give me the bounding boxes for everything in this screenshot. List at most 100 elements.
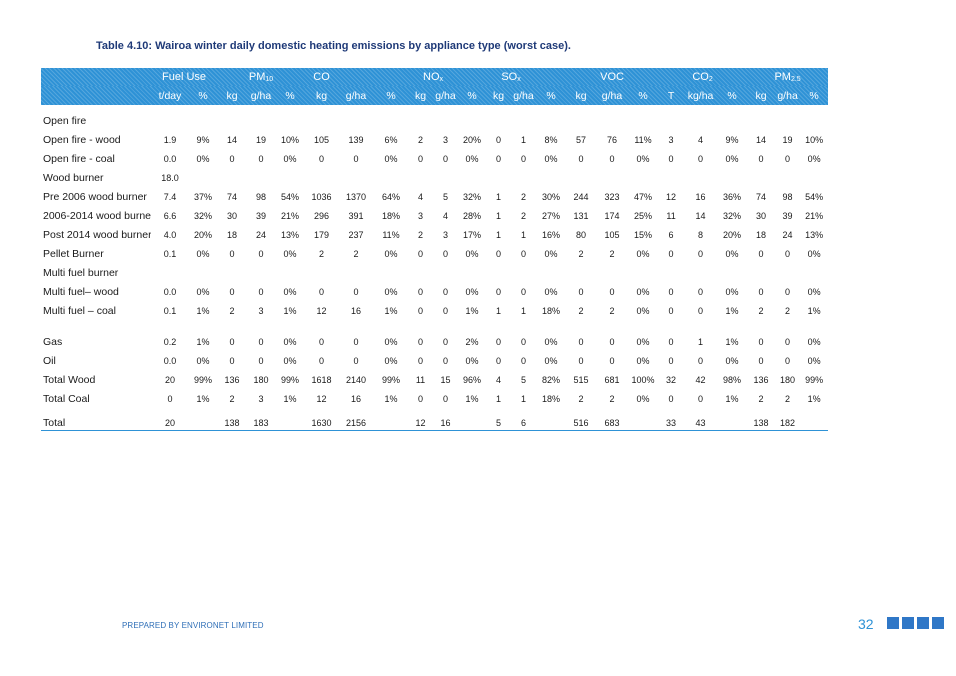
table-cell: 7.4: [163, 191, 177, 202]
table-cell: 0: [167, 393, 173, 404]
table-cell: 0: [443, 305, 449, 316]
table-cell: [374, 105, 408, 130]
table-cell: 0: [353, 153, 359, 164]
row-label: Total Coal: [43, 392, 90, 405]
row-label: Open fire - wood: [43, 133, 121, 146]
column-unit-header: g/ha: [513, 89, 534, 102]
table-cell: 42: [695, 374, 706, 385]
table-cell: 0: [698, 305, 704, 316]
table-cell: [305, 263, 338, 282]
table-cell: 24: [255, 229, 266, 240]
table-cell: 179: [314, 229, 330, 240]
table-cell: 19: [255, 134, 266, 145]
table-cell: [486, 168, 511, 187]
table-cell: 32%: [193, 210, 212, 221]
table-cell: 1: [496, 229, 502, 240]
table-cell: 1: [521, 393, 527, 404]
table-row: Multi fuel burner: [41, 263, 828, 282]
table-cell: 11: [415, 374, 426, 385]
header-group: PM2.5: [747, 68, 828, 86]
table-cell: 0%: [636, 305, 650, 316]
table-cell: 1: [521, 229, 527, 240]
row-label: Multi fuel– wood: [43, 285, 119, 298]
table-cell: 1036: [311, 191, 332, 202]
table-cell: [511, 168, 536, 187]
table-row: Total 20 138 183 1630 2156 12 16 5 6 516 683 33 43 138…: [41, 408, 829, 431]
table-cell: 0: [698, 355, 704, 366]
table-cell: 0: [443, 336, 449, 347]
table-cell: 0%: [384, 286, 398, 297]
table-cell: 0: [258, 248, 264, 259]
table-cell: 0: [229, 153, 235, 164]
header-group-subscript: 2: [708, 76, 713, 83]
table-cell: 0: [785, 153, 791, 164]
table-cell: 25%: [634, 210, 653, 221]
table-cell: 54%: [805, 191, 824, 202]
table-cell: 180: [253, 374, 269, 385]
table-cell: 515: [573, 374, 589, 385]
table-cell: 0%: [725, 286, 739, 297]
table-cell: 1370: [346, 191, 367, 202]
table-cell: [458, 168, 486, 187]
column-unit-header: %: [198, 89, 208, 102]
table-cell: 17%: [463, 229, 482, 240]
header-group-label: PM: [774, 71, 791, 83]
table-cell: 2: [578, 393, 584, 404]
header-group-label: CO: [313, 71, 330, 83]
table-cell: [511, 263, 536, 282]
table-cell: 14: [756, 134, 767, 145]
table-cell: 3: [443, 229, 449, 240]
table-cell: 36%: [723, 191, 742, 202]
table-cell: 2: [229, 305, 235, 316]
table-cell: 0: [668, 248, 674, 259]
table-cell: [433, 168, 458, 187]
table-cell: 3: [443, 134, 449, 145]
table-cell: 0: [496, 336, 502, 347]
row-label: Post 2014 wood burner: [43, 228, 151, 241]
table-cell: [275, 263, 305, 282]
row-label: 2006-2014 wood burner: [43, 209, 151, 222]
table-cell: 2: [319, 248, 325, 259]
table-cell: [566, 263, 596, 282]
header-group-row: Fuel Use PM10 CO NOx SOx VOC CO2 PM2.5: [41, 68, 829, 86]
table-cell: 99%: [805, 374, 824, 385]
table-cell: [800, 408, 829, 431]
table-cell: 9%: [196, 134, 210, 145]
column-unit-header: kg: [575, 89, 587, 102]
table-cell: [247, 263, 275, 282]
table-cell: [747, 168, 775, 187]
table-cell: [717, 263, 747, 282]
table-cell: 0: [668, 153, 674, 164]
table-cell: 139: [348, 134, 364, 145]
table-cell: 54%: [281, 191, 300, 202]
table-cell: [800, 105, 828, 130]
table-cell: 183: [247, 408, 275, 431]
table-cell: 182: [775, 408, 801, 431]
table-cell: 0%: [196, 153, 210, 164]
table-cell: 21%: [281, 210, 300, 221]
header-group-label: PM: [248, 71, 266, 83]
table-cell: 12: [316, 393, 327, 404]
table-cell: 0: [319, 286, 325, 297]
table-cell: 516: [566, 408, 597, 431]
table-cell: 136: [224, 374, 240, 385]
table-cell: 98: [782, 191, 793, 202]
table-cell: 32: [666, 374, 677, 385]
header-group-subscript: x: [439, 76, 444, 83]
column-unit-header: g/ha: [601, 89, 623, 102]
table-cell: 0: [496, 248, 502, 259]
table-cell: 0: [668, 355, 674, 366]
table-cell: 138: [747, 408, 776, 431]
header-group: [338, 68, 408, 86]
table-cell: 1.9: [163, 134, 177, 145]
table-cell: 0: [496, 134, 502, 145]
table-cell: 80: [576, 229, 587, 240]
table-cell: [684, 168, 717, 187]
table-cell: 0: [229, 355, 235, 366]
table-cell: 0%: [465, 355, 479, 366]
table-cell: [628, 263, 658, 282]
column-unit-header: %: [386, 89, 396, 102]
table-cell: 0: [578, 355, 584, 366]
header-group: NOx: [408, 68, 458, 86]
table-row: Oil 0.0 0% 0 0 0% 0 0 0% 0 0 0% 0 0 0% 0 0 0% 0 0 0% 0 0 0%: [41, 351, 828, 370]
